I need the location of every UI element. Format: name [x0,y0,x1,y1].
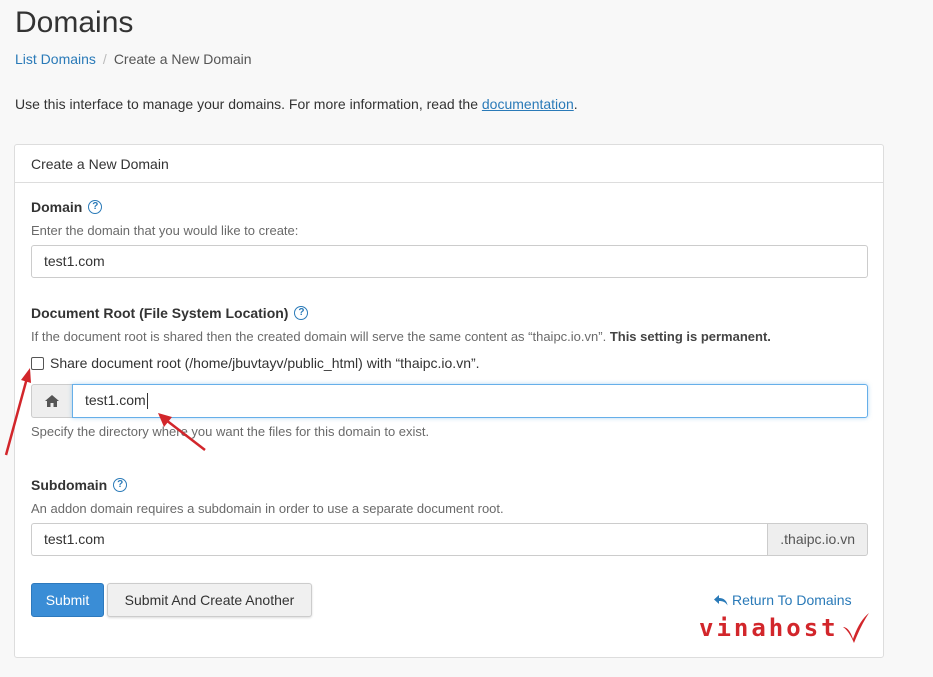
return-to-domains-link[interactable]: Return To Domains [713,592,852,608]
docroot-input-value: test1.com [85,392,146,408]
vinahost-watermark: vinahost [699,611,871,645]
docroot-input[interactable]: test1.com [72,384,868,418]
subdomain-label-row: Subdomain ? [31,477,868,493]
text-cursor [147,393,148,409]
docroot-label-row: Document Root (File System Location) ? [31,305,868,321]
return-to-domains-label: Return To Domains [732,592,852,608]
intro-suffix: . [574,96,578,112]
domain-label-row: Domain ? [31,199,868,215]
share-docroot-label[interactable]: Share document root (/home/jbuvtayv/publ… [50,355,480,371]
docroot-input-group: test1.com [31,384,868,418]
checkmark-icon [841,611,871,645]
help-icon[interactable]: ? [113,478,127,492]
page-title: Domains [15,6,133,40]
domain-help-text: Enter the domain that you would like to … [31,223,868,238]
submit-and-create-another-button[interactable]: Submit And Create Another [107,583,312,617]
domain-group: Domain ? Enter the domain that you would… [31,199,868,278]
watermark-text: vinahost [699,614,839,642]
domain-input[interactable]: test1.com [31,245,868,278]
intro-text-body: Use this interface to manage your domain… [15,96,482,112]
docroot-specify-help: Specify the directory where you want the… [31,424,868,439]
home-addon [31,384,72,418]
intro-text: Use this interface to manage your domain… [15,96,578,112]
subdomain-suffix: .thaipc.io.vn [767,523,868,556]
help-icon[interactable]: ? [88,200,102,214]
docroot-help-text: If the document root is shared then the … [31,329,868,344]
subdomain-help-text: An addon domain requires a subdomain in … [31,501,868,516]
subdomain-group: Subdomain ? An addon domain requires a s… [31,477,868,556]
help-icon[interactable]: ? [294,306,308,320]
docroot-label: Document Root (File System Location) [31,305,288,321]
breadcrumb-list-domains-link[interactable]: List Domains [15,51,96,67]
subdomain-input-group: test1.com .thaipc.io.vn [31,523,868,556]
domain-label: Domain [31,199,82,215]
docroot-group: Document Root (File System Location) ? I… [31,305,868,439]
docroot-permanent-note: This setting is permanent. [610,329,771,344]
breadcrumb-separator: / [103,51,107,67]
share-docroot-checkbox[interactable] [31,357,44,370]
breadcrumb: List Domains / Create a New Domain [15,51,252,67]
breadcrumb-current: Create a New Domain [114,51,252,67]
documentation-link[interactable]: documentation [482,96,574,112]
reply-arrow-icon [713,594,729,607]
subdomain-input[interactable]: test1.com [31,523,767,556]
share-docroot-row: Share document root (/home/jbuvtayv/publ… [31,355,868,371]
subdomain-label: Subdomain [31,477,107,493]
home-icon [44,394,60,408]
submit-button[interactable]: Submit [31,583,104,617]
panel-heading: Create a New Domain [15,145,883,183]
create-domain-panel: Create a New Domain Domain ? Enter the d… [14,144,884,658]
docroot-help-body: If the document root is shared then the … [31,329,610,344]
